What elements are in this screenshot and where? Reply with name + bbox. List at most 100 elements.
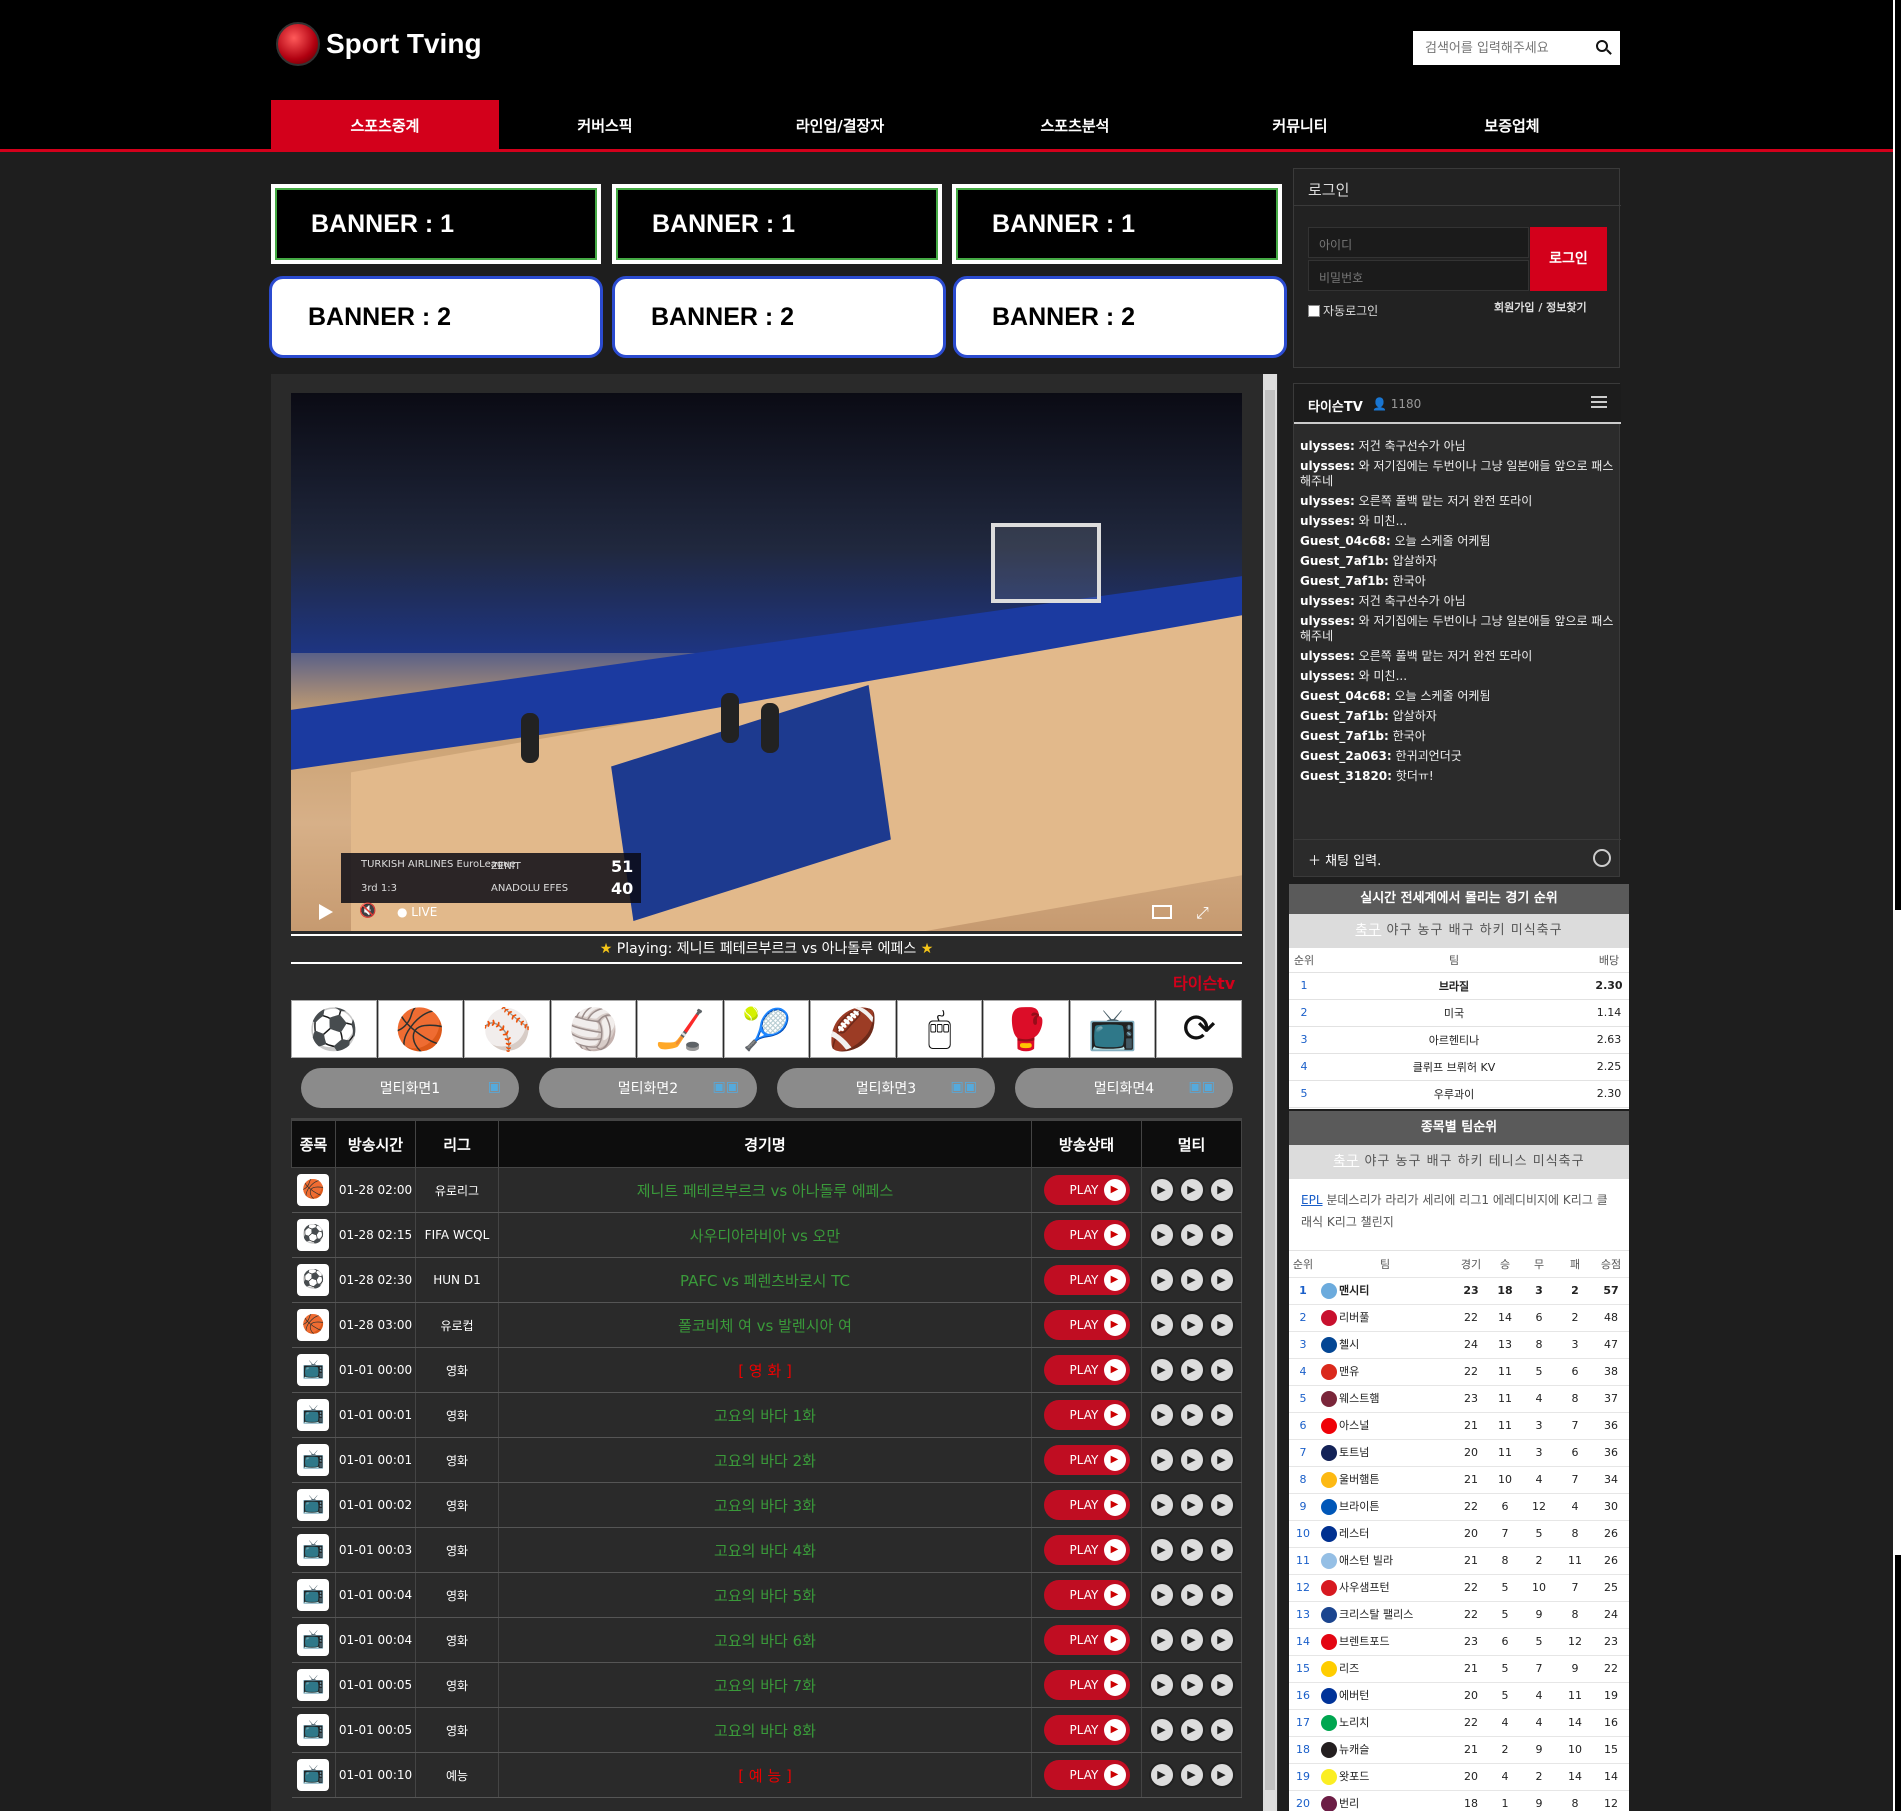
tab-5[interactable]: 미식축구: [1511, 923, 1563, 938]
table-row[interactable]: 📺 01-01 00:10 예능[ 예 능 ] PLAY ▶ ▶ ▶ ▶: [291, 1752, 1242, 1798]
tab-1[interactable]: 야구: [1364, 1154, 1390, 1169]
play-button[interactable]: PLAY ▶: [1043, 1355, 1130, 1385]
table-row[interactable]: ⚽ 01-28 02:30 HUN D1 PAFC vs 페렌츠바로시 TC PLAY ▶…: [291, 1257, 1242, 1303]
cell-title[interactable]: 고요의 바다 3화: [498, 1482, 1032, 1528]
video-player[interactable]: TURKISH AIRLINES EuroLeague 3rd 1:3 ZENI…: [291, 393, 1242, 931]
cell-title[interactable]: [ 영 화 ]: [498, 1347, 1032, 1393]
multi-play-icon[interactable]: ▶: [1208, 1672, 1235, 1698]
table-row[interactable]: 📺 01-01 00:02 영화 고요의 바다 3화 PLAY ▶ ▶ ▶ ▶: [291, 1482, 1242, 1528]
soccer-icon[interactable]: ⚽: [291, 1000, 377, 1058]
nav-item-community[interactable]: 커뮤니티: [1200, 100, 1400, 152]
tab-6[interactable]: 미식축구: [1533, 1154, 1585, 1169]
multi-play-icon[interactable]: ▶: [1208, 1177, 1235, 1203]
refresh-icon[interactable]: ⟳: [1156, 1000, 1243, 1058]
play-button[interactable]: PLAY ▶: [1043, 1625, 1130, 1655]
multi-play-icon[interactable]: ▶: [1148, 1762, 1175, 1788]
multi-play-icon[interactable]: ▶: [1178, 1222, 1205, 1248]
world-ranking-row[interactable]: 2 미국 1.14: [1289, 999, 1629, 1027]
site-logo[interactable]: Sport Tving: [276, 22, 482, 66]
team-ranking-row[interactable]: 8 울버햄튼 21 10 4 7 34: [1289, 1466, 1629, 1494]
multi-play-icon[interactable]: ▶: [1148, 1492, 1175, 1518]
table-row[interactable]: 📺 01-01 00:01 영화 고요의 바다 2화 PLAY ▶ ▶ ▶ ▶: [291, 1437, 1242, 1483]
play-button[interactable]: PLAY ▶: [1043, 1535, 1130, 1565]
cell-title[interactable]: 제니트 페테르부르크 vs 아나돌루 에페스: [498, 1167, 1032, 1213]
team-ranking-row[interactable]: 2 리버풀 22 14 6 2 48: [1289, 1304, 1629, 1332]
play-button[interactable]: PLAY ▶: [1043, 1400, 1130, 1430]
banner-2-b[interactable]: BANNER : 2: [612, 276, 946, 358]
cell-title[interactable]: 고요의 바다 4화: [498, 1527, 1032, 1573]
world-ranking-row[interactable]: 1 브라질 2.30: [1289, 972, 1629, 1000]
banner-1-b[interactable]: BANNER : 1: [612, 184, 942, 264]
auto-login[interactable]: 자동로그인: [1308, 302, 1378, 319]
cell-title[interactable]: 고요의 바다 6화: [498, 1617, 1032, 1663]
multi-play-icon[interactable]: ▶: [1208, 1762, 1235, 1788]
cell-title[interactable]: 고요의 바다 8화: [498, 1707, 1032, 1753]
tab-1[interactable]: 야구: [1386, 923, 1412, 938]
tab-2[interactable]: 농구: [1396, 1154, 1422, 1169]
multi-play-icon[interactable]: ▶: [1208, 1447, 1235, 1473]
team-ranking-row[interactable]: 9 브라이튼 22 6 12 4 30: [1289, 1493, 1629, 1521]
league-link[interactable]: 라리가: [1385, 1193, 1418, 1207]
cell-title[interactable]: 고요의 바다 2화: [498, 1437, 1032, 1483]
tab-3[interactable]: 배구: [1427, 1154, 1453, 1169]
cell-title[interactable]: 고요의 바다 7화: [498, 1662, 1032, 1708]
multi-play-icon[interactable]: ▶: [1178, 1537, 1205, 1563]
team-ranking-row[interactable]: 20 번리 18 1 9 8 12: [1289, 1790, 1629, 1811]
multi-play-icon[interactable]: ▶: [1208, 1627, 1235, 1653]
play-button[interactable]: PLAY ▶: [1043, 1715, 1130, 1745]
nav-item-verified[interactable]: 보증업체: [1412, 100, 1612, 152]
multi-play-icon[interactable]: ▶: [1208, 1357, 1235, 1383]
football-icon[interactable]: 🏈: [810, 1000, 896, 1058]
world-ranking-row[interactable]: 3 아르헨티나 2.63: [1289, 1026, 1629, 1054]
play-icon[interactable]: [319, 904, 333, 920]
play-button[interactable]: PLAY ▶: [1043, 1175, 1130, 1205]
search-box[interactable]: [1413, 31, 1620, 65]
menu-icon[interactable]: [1591, 396, 1607, 408]
multi-play-icon[interactable]: ▶: [1178, 1762, 1205, 1788]
cell-title[interactable]: 폴코비체 여 vs 발렌시아 여: [498, 1302, 1032, 1348]
league-link[interactable]: 리그1: [1459, 1193, 1489, 1207]
tennis-icon[interactable]: 🎾: [723, 1000, 810, 1058]
basketball-icon[interactable]: 🏀: [377, 1000, 464, 1058]
table-row[interactable]: 🏀 01-28 02:00 유로리그 제니트 페테르부르크 vs 아나돌루 에페스 PL…: [291, 1167, 1242, 1213]
tv-icon[interactable]: 📺: [1069, 1000, 1156, 1058]
multi-play-icon[interactable]: ▶: [1208, 1717, 1235, 1743]
play-button[interactable]: PLAY ▶: [1043, 1490, 1130, 1520]
nav-item-lineup[interactable]: 라인업/결장자: [740, 100, 940, 152]
play-button[interactable]: PLAY ▶: [1043, 1220, 1130, 1250]
multi-play-icon[interactable]: ▶: [1178, 1357, 1205, 1383]
multi-play-icon[interactable]: ▶: [1148, 1537, 1175, 1563]
multi-play-icon[interactable]: ▶: [1178, 1492, 1205, 1518]
multi-play-icon[interactable]: ▶: [1208, 1222, 1235, 1248]
emoji-icon[interactable]: [1593, 849, 1611, 867]
banner-2-a[interactable]: BANNER : 2: [269, 276, 603, 358]
world-ranking-row[interactable]: 4 클뤼프 브뤼허 KV 2.25: [1289, 1053, 1629, 1081]
team-ranking-row[interactable]: 11 애스턴 빌라 21 8 2 11 26: [1289, 1547, 1629, 1575]
search-input[interactable]: [1425, 40, 1585, 56]
play-button[interactable]: PLAY ▶: [1043, 1310, 1130, 1340]
id-field[interactable]: 아이디: [1308, 227, 1529, 258]
table-row[interactable]: 📺 01-01 00:01 영화 고요의 바다 1화 PLAY ▶ ▶ ▶ ▶: [291, 1392, 1242, 1438]
hockey-icon[interactable]: 🏒: [637, 1000, 723, 1058]
multi-play-icon[interactable]: ▶: [1148, 1267, 1175, 1293]
team-ranking-row[interactable]: 16 에버턴 20 5 4 11 19: [1289, 1682, 1629, 1710]
league-link[interactable]: 에레디비지에: [1493, 1193, 1559, 1207]
multi-play-icon[interactable]: ▶: [1148, 1672, 1175, 1698]
multi-screen-4-button[interactable]: 멀티화면4 ▣▣: [1015, 1068, 1233, 1108]
multi-play-icon[interactable]: ▶: [1178, 1447, 1205, 1473]
play-button[interactable]: PLAY ▶: [1043, 1760, 1130, 1790]
multi-play-icon[interactable]: ▶: [1178, 1177, 1205, 1203]
find-info-link[interactable]: 정보찾기: [1546, 301, 1586, 314]
multi-play-icon[interactable]: ▶: [1178, 1312, 1205, 1338]
baseball-icon[interactable]: ⚾: [464, 1000, 550, 1058]
multi-play-icon[interactable]: ▶: [1148, 1447, 1175, 1473]
multi-play-icon[interactable]: ▶: [1148, 1402, 1175, 1428]
tab-5[interactable]: 테니스: [1489, 1154, 1528, 1169]
team-ranking-row[interactable]: 14 브렌트포드 23 6 5 12 23: [1289, 1628, 1629, 1656]
table-row[interactable]: 📺 01-01 00:05 영화 고요의 바다 8화 PLAY ▶ ▶ ▶ ▶: [291, 1707, 1242, 1753]
multi-play-icon[interactable]: ▶: [1148, 1582, 1175, 1608]
join-link[interactable]: 회원가입: [1494, 301, 1534, 314]
multi-play-icon[interactable]: ▶: [1178, 1582, 1205, 1608]
multi-play-icon[interactable]: ▶: [1178, 1627, 1205, 1653]
mute-icon[interactable]: 🔇: [359, 903, 376, 919]
